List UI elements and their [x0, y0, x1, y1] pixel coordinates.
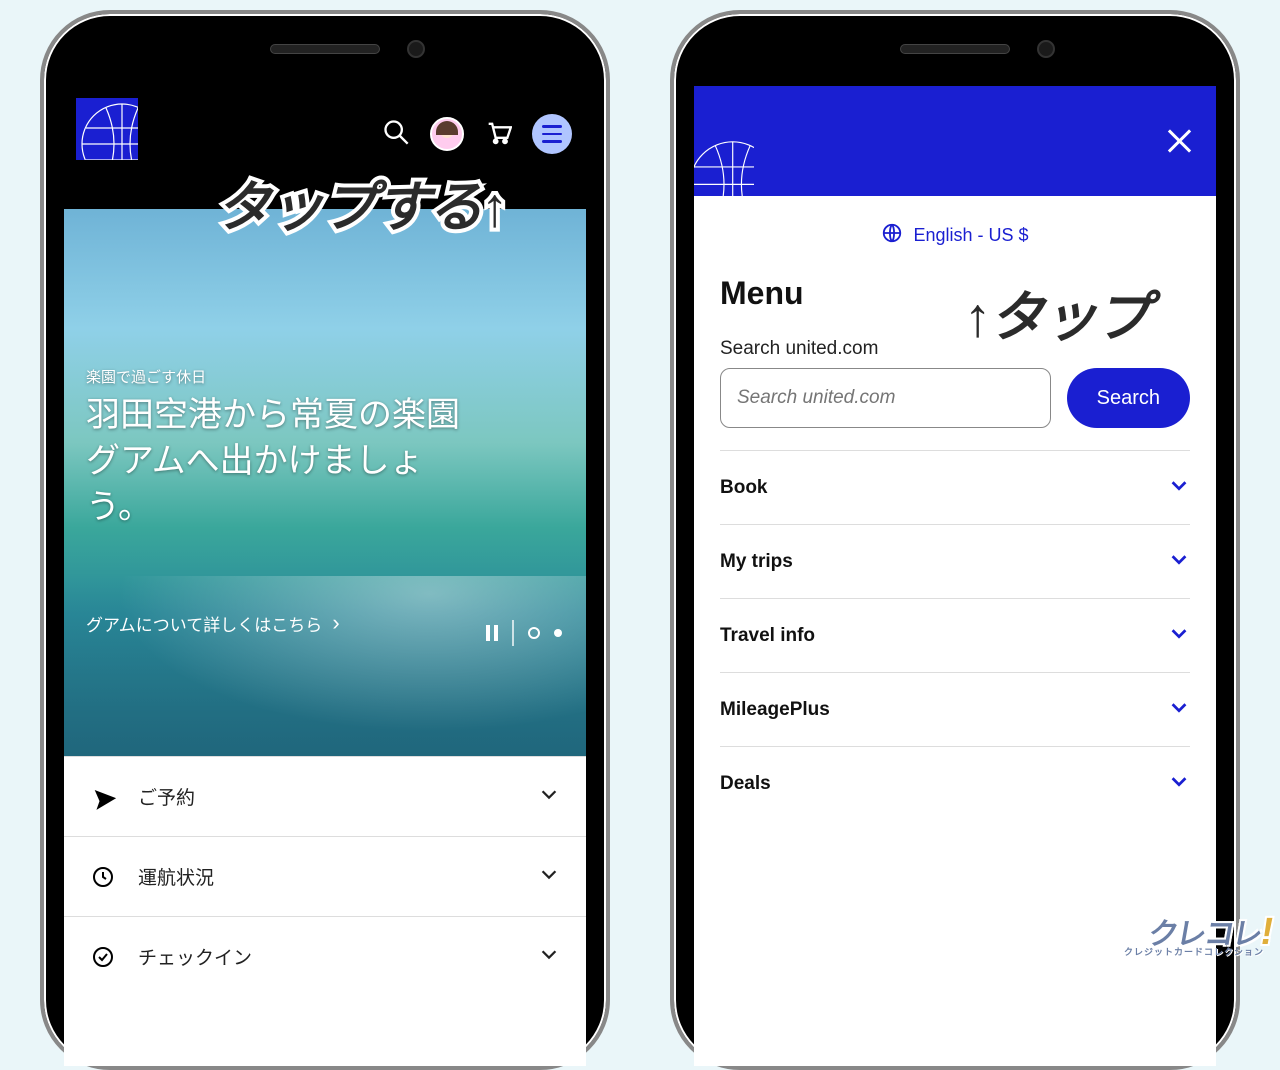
camera-icon [407, 40, 425, 58]
search-button[interactable]: Search [1067, 368, 1190, 428]
screen-right: English - US $ Menu Search united.com Se… [694, 86, 1216, 1066]
app-header [64, 86, 586, 186]
camera-icon [1037, 40, 1055, 58]
screen-left: 楽園で過ごす休日 羽田空港から常夏の楽園 グアムへ出かけましょ う。 グアムにつ… [64, 86, 586, 1066]
chevron-right-icon [332, 610, 339, 636]
brand-logo[interactable] [694, 136, 754, 196]
carousel-controls [486, 620, 562, 646]
chevron-down-icon [1168, 474, 1190, 502]
speaker-icon [270, 44, 380, 54]
chevron-down-icon [1168, 548, 1190, 576]
check-circle-icon [90, 944, 116, 970]
menu-item-miles[interactable]: MileagePlus [720, 672, 1190, 746]
close-icon[interactable] [1164, 126, 1194, 156]
search-input[interactable] [720, 368, 1051, 428]
chevron-down-icon [1168, 696, 1190, 724]
nav-label: ご予約 [138, 783, 195, 810]
nav-row-status[interactable]: 運航状況 [64, 836, 586, 916]
clock-icon [90, 864, 116, 890]
menu-item-label: My trips [720, 551, 793, 573]
menu-item-mytrips[interactable]: My trips [720, 524, 1190, 598]
pause-icon[interactable] [486, 625, 498, 641]
hero-banner[interactable]: 楽園で過ごす休日 羽田空港から常夏の楽園 グアムへ出かけましょ う。 グアムにつ… [64, 186, 586, 756]
hero-title: 羽田空港から常夏の楽園 グアムへ出かけましょ う。 [86, 393, 564, 531]
search-label: Search united.com [720, 338, 1190, 360]
menu-item-travel[interactable]: Travel info [720, 598, 1190, 672]
hero-cta-link[interactable]: グアムについて詳しくはこちら [86, 610, 340, 636]
chevron-down-icon [1168, 622, 1190, 650]
menu-item-book[interactable]: Book [720, 450, 1190, 524]
chevron-down-icon [1168, 770, 1190, 798]
profile-avatar[interactable] [430, 117, 464, 151]
hamburger-menu-button[interactable] [532, 114, 572, 154]
globe-icon [881, 222, 903, 249]
brand-logo[interactable] [76, 98, 138, 160]
menu-item-deals[interactable]: Deals [720, 746, 1190, 820]
search-icon[interactable] [382, 118, 410, 151]
watermark-sub: クレジットカードコレクション [1124, 945, 1264, 958]
chevron-down-icon [538, 863, 560, 890]
nav-label: 運航状況 [138, 863, 214, 890]
nav-label: チェックイン [138, 943, 252, 970]
hero-eyebrow: 楽園で過ごす休日 [86, 366, 564, 387]
plane-icon [90, 784, 116, 810]
chevron-down-icon [538, 783, 560, 810]
menu-item-label: Book [720, 477, 768, 499]
carousel-dot-1[interactable] [528, 627, 540, 639]
phone-frame-left: 楽園で過ごす休日 羽田空港から常夏の楽園 グアムへ出かけましょ う。 グアムにつ… [40, 10, 610, 1070]
cart-icon[interactable] [484, 118, 512, 151]
language-label: English - US $ [913, 225, 1028, 246]
chevron-down-icon [538, 943, 560, 970]
carousel-dot-2[interactable] [554, 629, 562, 637]
language-selector[interactable]: English - US $ [720, 196, 1190, 269]
nav-row-book[interactable]: ご予約 [64, 756, 586, 836]
menu-item-label: Travel info [720, 625, 815, 647]
nav-row-checkin[interactable]: チェックイン [64, 916, 586, 996]
menu-header [694, 86, 1216, 196]
menu-title: Menu [720, 269, 1190, 338]
menu-item-label: Deals [720, 773, 771, 795]
speaker-icon [900, 44, 1010, 54]
menu-item-label: MileagePlus [720, 699, 830, 721]
